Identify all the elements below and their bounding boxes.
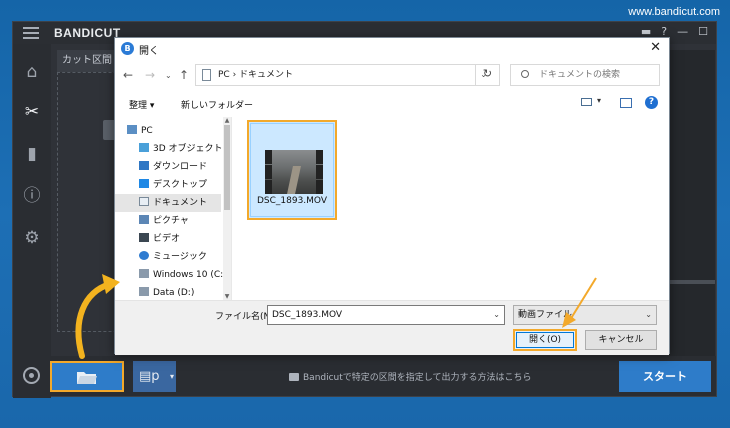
navigation-tree: PC 3D オブジェクト ダウンロード デスクトップ ドキュメント ピクチャ ビ… [115, 117, 223, 300]
minimize-icon[interactable]: — [677, 25, 688, 38]
document-icon [139, 197, 149, 206]
download-icon [139, 161, 149, 170]
address-path: PC › ドキュメント [218, 70, 294, 80]
hint-arrow-to-open-button [562, 277, 597, 328]
back-arrow-icon[interactable]: ← [123, 68, 133, 82]
preview-pane-icon[interactable] [620, 98, 632, 108]
split-tool-icon[interactable]: ▮ [22, 144, 42, 164]
search-icon [521, 70, 529, 78]
drive-icon [139, 287, 149, 296]
cancel-button[interactable]: キャンセル [585, 330, 657, 350]
tree-item-drive-d[interactable]: Data (D:) [139, 284, 194, 300]
refresh-icon[interactable]: ↻ [475, 64, 499, 86]
location-icon [202, 69, 211, 81]
app-logo: BANDICUT [54, 26, 121, 40]
mode-label: ▤p [139, 369, 160, 384]
chevron-down-icon: ⌄ [645, 310, 652, 319]
record-icon[interactable] [23, 367, 40, 384]
tree-item-drive-c[interactable]: Windows 10 (C:) [139, 266, 223, 284]
preview-pane [669, 50, 715, 360]
organize-menu[interactable]: 整理 ▾ [129, 98, 154, 111]
open-button-label: 開く(O) [516, 332, 574, 348]
tip-text: Bandicutで特定の区間を指定して出力する方法はこちら [303, 373, 532, 383]
file-item[interactable]: DSC_1893.MOV [247, 120, 337, 220]
video-icon [139, 233, 149, 242]
chat-bubble-icon [289, 373, 299, 381]
video-thumbnail [265, 150, 323, 194]
tree-item-music[interactable]: ミュージック [139, 248, 207, 266]
scroll-thumb[interactable] [224, 125, 230, 210]
recent-locations-icon[interactable]: ⌄ [165, 71, 172, 80]
forward-arrow-icon[interactable]: → [145, 68, 155, 82]
dialog-title: 開く [139, 46, 159, 57]
sidebar: ⌂ ✂ ▮ ⓘ ⚙ [13, 44, 51, 398]
chevron-down-icon: ▾ [169, 372, 174, 381]
dialog-title-bar: B 開く ✕ [115, 38, 669, 60]
file-list: DSC_1893.MOV [233, 117, 669, 300]
tree-item-documents[interactable]: ドキュメント [115, 194, 221, 212]
dialog-toolbar: 整理 ▾ 新しいフォルダー ▾ ? [115, 94, 669, 114]
tree-item-videos[interactable]: ビデオ [139, 230, 180, 248]
tree-item-desktop[interactable]: デスクトップ [139, 176, 207, 194]
hint-arrow-to-dialog [75, 274, 120, 359]
watermark-url: www.bandicut.com [628, 6, 720, 18]
open-button[interactable]: 開く(O) [513, 329, 577, 351]
maximize-icon[interactable]: ☐ [698, 25, 708, 38]
tree-scrollbar[interactable]: ▲ ▼ [223, 117, 231, 300]
pc-icon [127, 125, 137, 134]
tree-item-pc[interactable]: PC [127, 122, 153, 140]
scroll-up-icon[interactable]: ▲ [223, 117, 231, 124]
cube-icon [139, 143, 149, 152]
view-dropdown-icon[interactable]: ▾ [597, 96, 601, 105]
picture-icon [139, 215, 149, 224]
address-bar[interactable]: PC › ドキュメント ⌄ [195, 64, 500, 86]
music-icon [139, 251, 149, 260]
open-folder-icon [77, 371, 97, 384]
output-mode-button[interactable]: ▤p ▾ [133, 361, 176, 392]
filename-value: DSC_1893.MOV [272, 310, 343, 320]
help-icon[interactable]: ? [645, 96, 658, 109]
search-placeholder: ドキュメントの検索 [539, 70, 621, 80]
settings-gear-icon[interactable]: ⚙ [22, 228, 42, 248]
tip-link[interactable]: Bandicutで特定の区間を指定して出力する方法はこちら [289, 370, 532, 383]
file-name: DSC_1893.MOV [256, 196, 328, 206]
timeline-bar[interactable] [669, 280, 715, 284]
view-options-icon[interactable] [581, 98, 592, 106]
drive-icon [139, 269, 149, 278]
new-folder-button[interactable]: 新しいフォルダー [181, 98, 253, 111]
scroll-down-icon[interactable]: ▼ [223, 293, 231, 300]
desktop-icon [139, 179, 149, 188]
menu-icon[interactable] [23, 27, 39, 39]
bottom-bar: ▤p ▾ Bandicutで特定の区間を指定して出力する方法はこちら スタート [13, 356, 716, 396]
chevron-down-icon[interactable]: ⌄ [493, 306, 500, 324]
info-icon[interactable]: ⓘ [22, 186, 42, 206]
pane-divider[interactable] [231, 117, 232, 300]
navigation-bar: ← → ⌄ ↑ PC › ドキュメント ⌄ ↻ ドキュメントの検索 [115, 63, 669, 89]
tree-item-3d-objects[interactable]: 3D オブジェクト [139, 140, 223, 158]
close-icon[interactable]: ✕ [650, 40, 661, 55]
cut-tool-icon[interactable]: ✂ [22, 102, 42, 122]
open-file-button[interactable] [50, 361, 124, 392]
tree-item-downloads[interactable]: ダウンロード [139, 158, 207, 176]
home-icon[interactable]: ⌂ [22, 62, 42, 82]
search-input[interactable]: ドキュメントの検索 [510, 64, 660, 86]
up-arrow-icon[interactable]: ↑ [179, 68, 189, 82]
start-button[interactable]: スタート [619, 361, 711, 392]
filename-input[interactable]: DSC_1893.MOV ⌄ [267, 305, 505, 325]
bandicut-app-icon: B [121, 42, 134, 55]
tree-item-pictures[interactable]: ピクチャ [139, 212, 189, 230]
